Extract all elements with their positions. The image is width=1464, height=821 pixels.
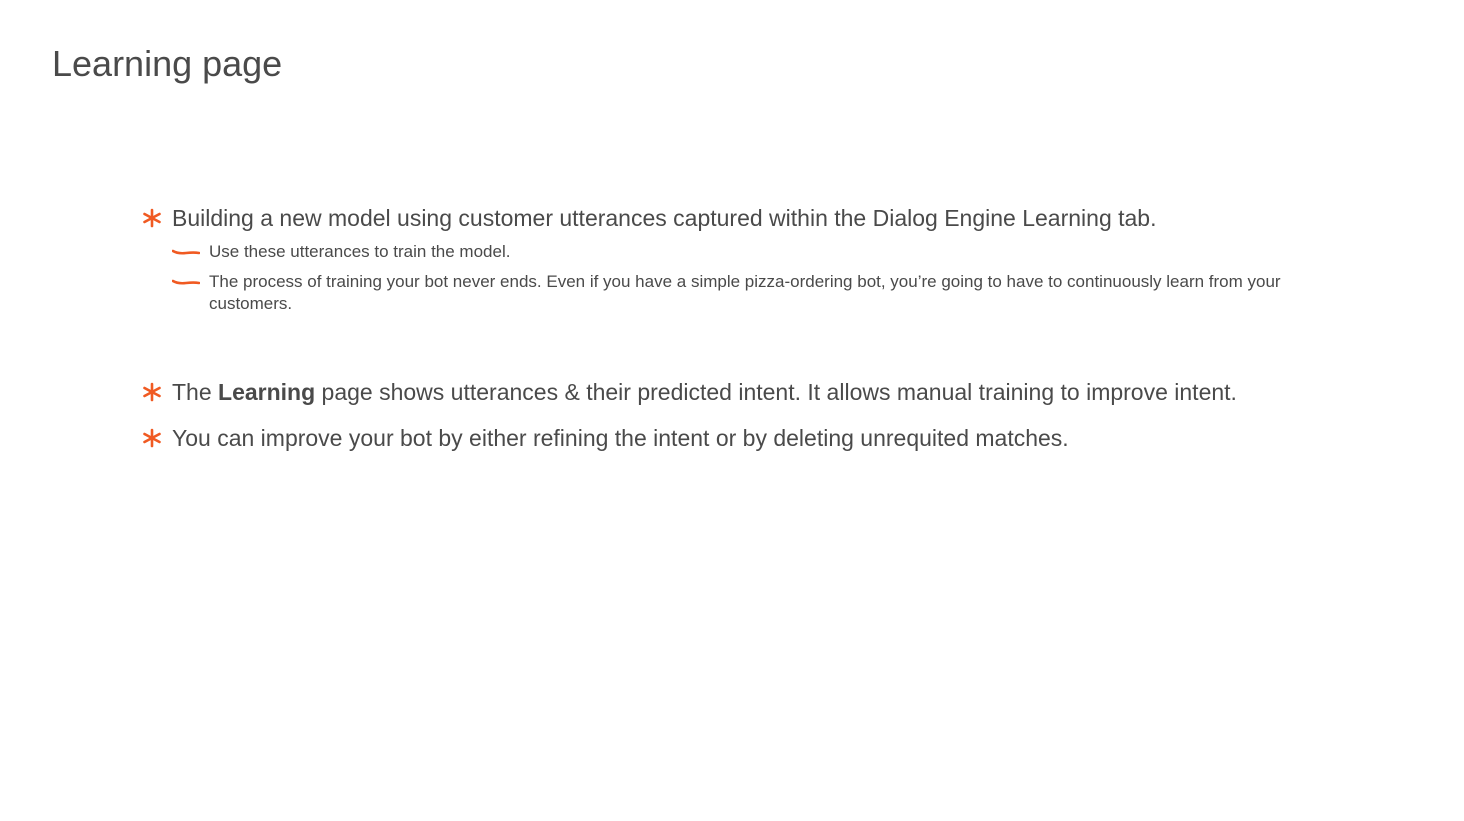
learning-keyword: Learning: [218, 379, 316, 405]
bullet-text: The Learning page shows utterances & the…: [172, 377, 1237, 407]
sub-bullet-item: The process of training your bot never e…: [172, 271, 1282, 315]
sub-bullet-text: The process of training your bot never e…: [209, 272, 1281, 313]
brush-dash-icon: [172, 241, 202, 263]
bullet-text-prefix: The: [172, 379, 219, 405]
bullet-item: The Learning page shows utterances & the…: [142, 377, 1237, 407]
slide-title: Learning page: [52, 43, 283, 84]
sub-bullet-item: Use these utterances to train the model.: [172, 241, 1282, 263]
bullet-text: Building a new model using customer utte…: [172, 205, 1157, 231]
bullet-text-suffix: page shows utterances & their predicted …: [315, 379, 1237, 405]
asterisk-icon: [142, 423, 164, 453]
brush-dash-icon: [172, 271, 202, 293]
bullet-item: Building a new model using customer utte…: [142, 203, 1157, 233]
asterisk-icon: [142, 377, 164, 407]
bullet-item: You can improve your bot by either refin…: [142, 423, 1069, 453]
sub-bullet-text: Use these utterances to train the model.: [209, 242, 511, 261]
bullet-text: You can improve your bot by either refin…: [172, 425, 1069, 451]
asterisk-icon: [142, 203, 164, 233]
